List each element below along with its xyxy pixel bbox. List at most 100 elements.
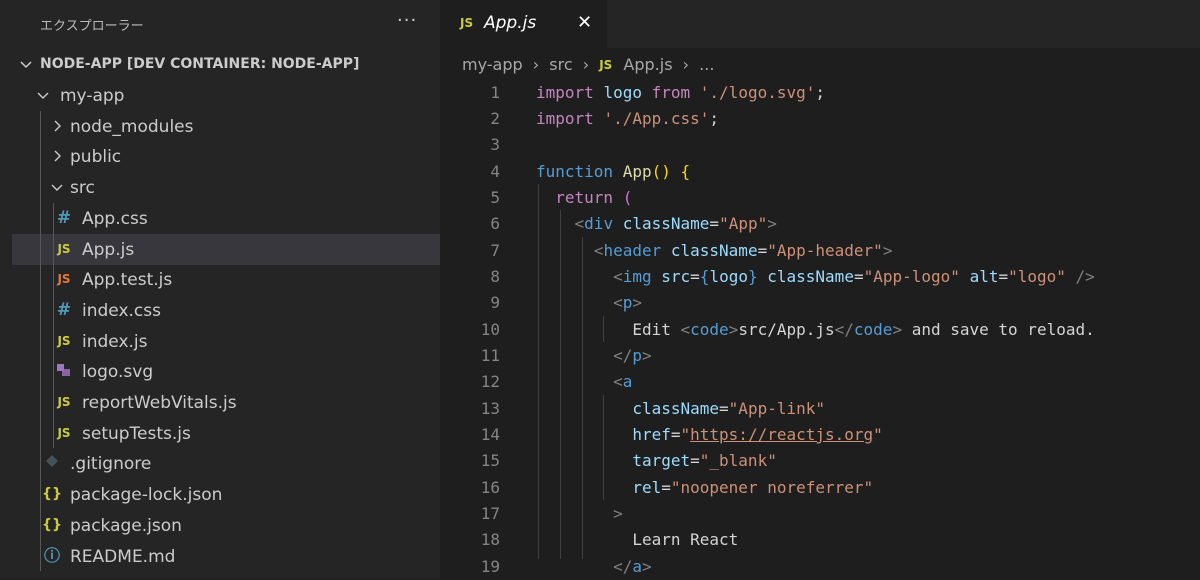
- tree-item[interactable]: src: [12, 172, 440, 203]
- tree-item[interactable]: {} package.json: [12, 510, 440, 541]
- workspace-section-header[interactable]: NODE-APP [DEV CONTAINER: NODE-APP]: [0, 48, 440, 79]
- editor-area: JS App.js ✕ my-app › src › JS App.js › .…: [440, 0, 1200, 579]
- tree-item[interactable]: my-app: [12, 80, 440, 111]
- line-number: 18: [480, 530, 500, 549]
- line-number: 10: [480, 320, 500, 339]
- more-actions-icon[interactable]: ···: [397, 10, 417, 31]
- tree-item[interactable]: # App.css: [12, 203, 440, 234]
- tree-item[interactable]: JS reportWebVitals.js: [12, 387, 440, 418]
- code-text: function App() {: [536, 162, 691, 181]
- code-line: 3: [440, 132, 1200, 158]
- code-line: 7 <header className="App-header">: [440, 238, 1200, 264]
- chevron-right-icon: [54, 120, 61, 132]
- code-text: </p>: [613, 346, 652, 365]
- indent-guide: [40, 111, 41, 571]
- js-icon: JS: [57, 395, 71, 409]
- breadcrumb-item-file[interactable]: App.js: [623, 55, 672, 74]
- indent-guide: [53, 203, 54, 448]
- code-text: import logo from './logo.svg';: [536, 83, 826, 102]
- tree-item-label: index.js: [82, 331, 148, 352]
- breadcrumb-ellipsis[interactable]: ...: [699, 55, 714, 74]
- code-line: 15 target="_blank": [440, 448, 1200, 474]
- line-number: 7: [490, 241, 500, 260]
- tree-item[interactable]: {} package-lock.json: [12, 479, 440, 510]
- code-line: 1 import logo from './logo.svg';: [440, 80, 1200, 106]
- explorer-header: エクスプローラー ···: [0, 0, 440, 48]
- code-line: 12 <a: [440, 369, 1200, 395]
- code-line: 19 </a>: [440, 554, 1200, 580]
- code-line: 6 <div className="App">: [440, 211, 1200, 237]
- workspace-name: NODE-APP [DEV CONTAINER: NODE-APP]: [40, 56, 360, 72]
- line-number: 12: [480, 372, 500, 391]
- code-text: return (: [555, 188, 633, 207]
- chevron-right-icon: [54, 150, 61, 162]
- code-text: <a: [613, 372, 633, 391]
- line-number: 4: [490, 162, 500, 181]
- tree-item-label: App.css: [82, 208, 148, 229]
- tree-item-label: logo.svg: [82, 362, 154, 383]
- tree-item-label: .gitignore: [70, 454, 152, 475]
- chevron-down-icon: [37, 92, 49, 99]
- css-icon: #: [56, 299, 72, 320]
- line-number: 6: [490, 214, 500, 233]
- breadcrumb-item-src[interactable]: src: [549, 55, 572, 74]
- tree-item[interactable]: JS setupTests.js: [12, 418, 440, 449]
- tree-item-label: index.css: [82, 300, 161, 321]
- line-number: 13: [480, 399, 500, 418]
- git-icon: [42, 454, 62, 472]
- line-number: 11: [480, 346, 500, 365]
- tree-item-label: my-app: [60, 86, 125, 106]
- code-line: 18 Learn React: [440, 527, 1200, 553]
- line-number: 15: [480, 451, 500, 470]
- explorer-title: エクスプローラー: [40, 19, 144, 34]
- tree-item[interactable]: ⓘ README.md: [12, 541, 440, 572]
- breadcrumb: my-app › src › JS App.js › ...: [462, 54, 714, 76]
- close-icon[interactable]: ✕: [577, 12, 592, 33]
- line-number: 14: [480, 425, 500, 444]
- js-icon: JS: [57, 241, 71, 256]
- tree-item-label: App.test.js: [82, 270, 173, 291]
- css-icon: #: [56, 207, 72, 228]
- tree-item[interactable]: JS App.test.js: [12, 264, 440, 295]
- tree-item[interactable]: logo.svg: [12, 356, 440, 387]
- tree-item[interactable]: .gitignore: [12, 448, 440, 479]
- code-text: rel="noopener noreferrer": [632, 478, 874, 497]
- code-text: >: [613, 504, 623, 523]
- code-line: 9 <p>: [440, 290, 1200, 316]
- svg-icon: [54, 362, 74, 380]
- code-text: <div className="App">: [574, 214, 777, 233]
- tree-item-label: App.js: [82, 239, 135, 260]
- line-number: 19: [480, 557, 500, 576]
- tree-item[interactable]: JS index.js: [12, 326, 440, 357]
- code-text: <header className="App-header">: [593, 241, 893, 260]
- line-number: 1: [490, 83, 500, 102]
- tree-item-label: setupTests.js: [82, 423, 191, 444]
- line-number: 8: [490, 267, 500, 286]
- tree-item-label: src: [70, 178, 95, 199]
- tab-label: App.js: [484, 13, 537, 33]
- tab-app-js[interactable]: JS App.js ✕: [440, 0, 607, 48]
- chevron-right-icon: ›: [682, 55, 690, 74]
- line-number: 2: [490, 109, 500, 128]
- tree-item[interactable]: JS App.js: [12, 233, 440, 265]
- tree-item-label: README.md: [70, 546, 176, 567]
- code-line: 10 Edit <code>src/App.js</code> and save…: [440, 317, 1200, 343]
- js-icon: JS: [460, 16, 474, 30]
- tree-item[interactable]: # index.css: [12, 295, 440, 326]
- code-text: href="https://reactjs.org": [632, 425, 883, 444]
- line-number: 5: [490, 188, 500, 207]
- code-text: Learn React: [536, 530, 739, 549]
- code-text: </a>: [613, 557, 652, 576]
- code-text: Edit <code>src/App.js</code> and save to…: [536, 320, 1095, 339]
- code-line: 14 href="https://reactjs.org": [440, 422, 1200, 448]
- line-number: 9: [490, 293, 500, 312]
- tree-item[interactable]: public: [12, 141, 440, 172]
- chevron-down-icon: [51, 184, 63, 192]
- code-line: 11 </p>: [440, 343, 1200, 369]
- tree-item[interactable]: node_modules: [12, 111, 440, 142]
- code-text: target="_blank": [632, 451, 777, 470]
- breadcrumb-item-my-app[interactable]: my-app: [462, 55, 523, 74]
- code-line: 13 className="App-link": [440, 396, 1200, 422]
- info-icon: ⓘ: [43, 545, 60, 565]
- line-number: 17: [480, 504, 500, 523]
